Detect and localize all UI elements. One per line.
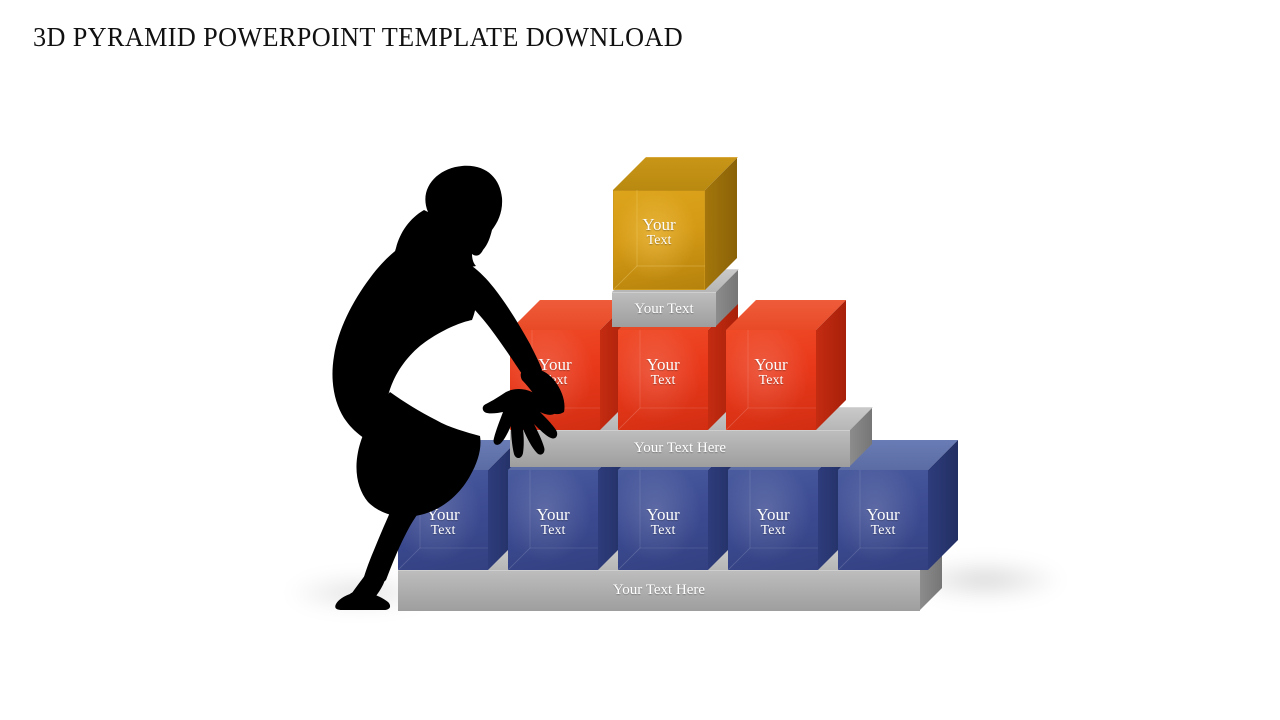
pyramid-diagram: Your Text Here Your Text Your Text Your … xyxy=(0,0,1280,720)
block-blue-4-front-face xyxy=(728,470,818,570)
block-blue-4[interactable]: Your Text xyxy=(728,440,848,570)
businesswoman-silhouette-icon xyxy=(332,165,565,610)
block-gold-1[interactable]: Your Text xyxy=(613,157,738,290)
block-blue-3-front-face xyxy=(618,470,708,570)
block-blue-5[interactable]: Your Text xyxy=(838,440,958,570)
block-red-2[interactable]: Your Text xyxy=(618,300,738,430)
block-blue-3[interactable]: Your Text xyxy=(618,440,738,570)
block-red-2-front-face xyxy=(618,330,708,430)
slab-top-front-face xyxy=(612,292,716,327)
block-red-3[interactable]: Your Text xyxy=(726,300,846,430)
block-blue-5-front-face xyxy=(838,470,928,570)
block-red-3-front-face xyxy=(726,330,816,430)
slide-canvas: 3D PYRAMID POWERPOINT TEMPLATE DOWNLOAD … xyxy=(0,0,1280,720)
slab-top[interactable]: Your Text xyxy=(612,269,739,327)
block-gold-1-front-face xyxy=(613,190,705,290)
